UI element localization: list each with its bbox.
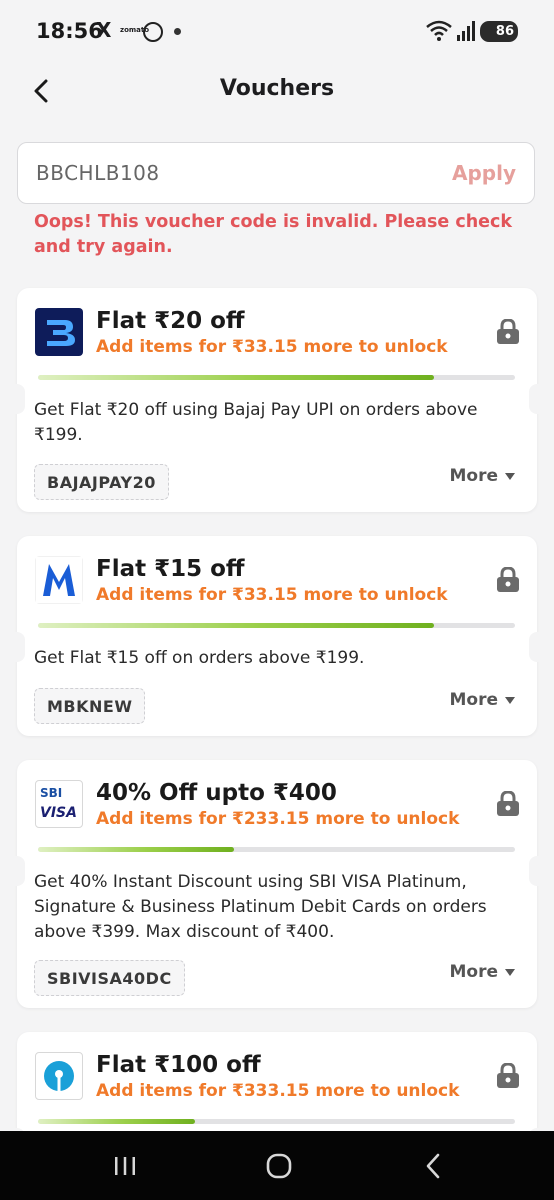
voucher-unlock-text: Add items for ₹333.15 more to unlock <box>96 1081 460 1101</box>
more-label: More <box>449 466 498 486</box>
more-button[interactable]: More <box>449 690 515 710</box>
voucher-title: Flat ₹15 off <box>96 556 245 582</box>
more-button[interactable]: More <box>449 962 515 982</box>
voucher-code-box: Apply <box>17 142 535 204</box>
card-notch <box>529 384 545 414</box>
bajaj-pay-logo <box>35 308 83 356</box>
card-notch <box>9 384 25 414</box>
wifi-icon <box>426 20 452 41</box>
more-button[interactable]: More <box>449 466 515 486</box>
sbi-visa-logo: SBI VISA <box>35 780 83 828</box>
recents-icon <box>115 1157 135 1175</box>
voucher-unlock-text: Add items for ₹33.15 more to unlock <box>96 585 448 605</box>
voucher-title: Flat ₹100 off <box>96 1052 261 1078</box>
voucher-description: Get Flat ₹20 off using Bajaj Pay UPI on … <box>34 400 478 445</box>
apply-button[interactable]: Apply <box>452 161 516 185</box>
battery-level: 86 <box>495 24 514 39</box>
voucher-title: Flat ₹20 off <box>96 308 245 334</box>
voucher-code-chip[interactable]: SBIVISA40DC <box>34 960 185 996</box>
unlock-progress-bar <box>38 847 515 852</box>
progress-fill <box>38 375 434 380</box>
progress-fill <box>38 847 234 852</box>
page-title: Vouchers <box>219 76 335 101</box>
card-notch <box>529 856 545 886</box>
back-icon <box>426 1153 440 1179</box>
unlock-progress-bar <box>38 375 515 380</box>
caret-down-icon <box>505 472 515 480</box>
unlock-progress-bar <box>38 623 515 628</box>
card-notch <box>9 856 25 886</box>
lock-icon <box>497 791 519 816</box>
x-app-icon: X <box>96 18 112 42</box>
more-label: More <box>449 962 498 982</box>
voucher-title: 40% Off upto ₹400 <box>96 780 337 806</box>
more-label: More <box>449 690 498 710</box>
notification-dot-icon <box>174 28 181 35</box>
voucher-unlock-text: Add items for ₹233.15 more to unlock <box>96 809 460 829</box>
battery-indicator: 86 <box>480 21 518 42</box>
progress-fill <box>38 1119 196 1124</box>
voucher-description: Get 40% Instant Discount using SBI VISA … <box>34 872 487 942</box>
voucher-card[interactable]: SBI VISA 40% Off upto ₹400 Add items for… <box>9 760 545 1008</box>
unlock-progress-bar <box>38 1119 515 1124</box>
card-notch <box>529 632 545 662</box>
voucher-error-message: Oops! This voucher code is invalid. Plea… <box>34 212 513 257</box>
voucher-code-chip[interactable]: BAJAJPAY20 <box>34 464 169 500</box>
header: Vouchers <box>0 64 554 116</box>
nav-back-button[interactable] <box>418 1151 448 1181</box>
voucher-card[interactable]: Flat ₹20 off Add items for ₹33.15 more t… <box>9 288 545 512</box>
lock-icon <box>497 319 519 344</box>
lock-icon <box>497 1063 519 1088</box>
recents-button[interactable] <box>110 1151 140 1181</box>
mobikwik-logo <box>35 556 83 604</box>
system-nav-bar <box>0 1131 554 1200</box>
status-bar: 18:56 X zomato 86 <box>0 0 554 64</box>
progress-fill <box>38 623 434 628</box>
home-icon <box>266 1153 292 1179</box>
whatsapp-icon <box>143 22 163 42</box>
caret-down-icon <box>505 696 515 704</box>
voucher-code-input[interactable] <box>36 161 416 185</box>
signal-icon <box>457 21 475 41</box>
card-notch <box>9 632 25 662</box>
voucher-code-chip[interactable]: MBKNEW <box>34 688 146 724</box>
status-time: 18:56 <box>36 19 103 43</box>
lock-icon <box>497 567 519 592</box>
home-button[interactable] <box>264 1151 294 1181</box>
visa-logo-text: VISA <box>40 805 77 821</box>
caret-down-icon <box>505 968 515 976</box>
voucher-description: Get Flat ₹15 off on orders above ₹199. <box>34 648 365 668</box>
sbi-logo-text: SBI <box>40 786 63 800</box>
voucher-card[interactable]: Flat ₹15 off Add items for ₹33.15 more t… <box>9 536 545 736</box>
sbi-logo <box>35 1052 83 1100</box>
voucher-unlock-text: Add items for ₹33.15 more to unlock <box>96 337 448 357</box>
